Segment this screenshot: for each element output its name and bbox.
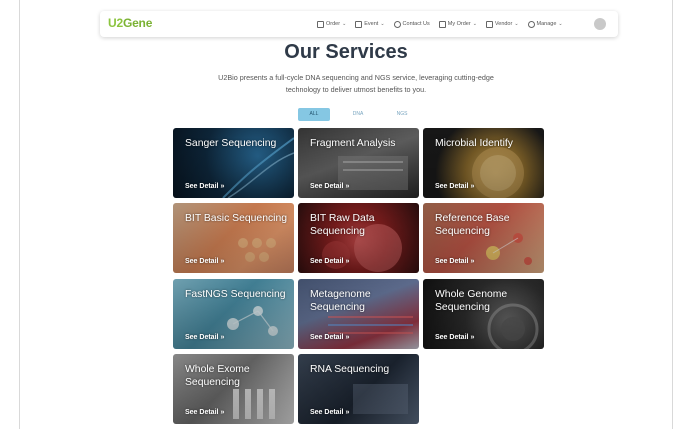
double-chevron-right-icon: »	[345, 409, 350, 416]
page-border-right	[672, 0, 673, 429]
see-detail-label: See Detail	[310, 334, 344, 341]
service-card-whole-exome-sequencing[interactable]: Whole Exome Sequencing See Detail»	[173, 354, 294, 424]
service-card-whole-genome-sequencing[interactable]: Whole Genome Sequencing See Detail»	[423, 279, 544, 349]
calendar-icon	[355, 20, 363, 28]
brand-logo-gene: Gene	[122, 16, 153, 30]
double-chevron-right-icon: »	[470, 183, 475, 190]
see-detail-link[interactable]: See Detail»	[435, 334, 474, 341]
page-intro: U2Bio presents a full-cycle DNA sequenci…	[218, 73, 494, 94]
see-detail-label: See Detail	[185, 258, 219, 265]
see-detail-label: See Detail	[310, 183, 344, 190]
nav-my-order[interactable]: My Order ⌄	[438, 20, 477, 28]
people-icon	[527, 20, 535, 28]
service-card-title: BIT Raw Data Sequencing	[310, 213, 375, 237]
top-navbar: U2Gene Order ⌄ Event ⌄ Contact Us My Ord…	[100, 11, 618, 37]
see-detail-link[interactable]: See Detail»	[185, 334, 224, 341]
nav-order[interactable]: Order ⌄	[317, 20, 347, 28]
filter-tab-dna[interactable]: DNA	[342, 108, 374, 121]
service-card-bit-raw-data-sequencing[interactable]: BIT Raw Data Sequencing See Detail»	[298, 203, 419, 273]
see-detail-link[interactable]: See Detail»	[310, 183, 349, 190]
nav-my-order-label: My Order	[447, 21, 471, 27]
filter-tab-ngs[interactable]: NGS	[386, 108, 418, 121]
brand-logo-u2: U2	[108, 16, 123, 30]
page-title: Our Services	[284, 41, 408, 63]
service-card-title: FastNGS Sequencing	[185, 289, 286, 300]
service-card-title: Reference Base Sequencing	[435, 213, 510, 237]
see-detail-label: See Detail	[435, 258, 469, 265]
double-chevron-right-icon: »	[220, 334, 225, 341]
chevron-down-icon: ⌄	[380, 21, 385, 27]
nav-event-label: Event	[364, 21, 379, 27]
see-detail-label: See Detail	[435, 183, 469, 190]
see-detail-link[interactable]: See Detail»	[435, 183, 474, 190]
see-detail-link[interactable]: See Detail»	[185, 183, 224, 190]
double-chevron-right-icon: »	[345, 183, 350, 190]
see-detail-label: See Detail	[185, 183, 219, 190]
nav-manage[interactable]: Manage ⌄	[527, 20, 563, 28]
see-detail-link[interactable]: See Detail»	[185, 409, 224, 416]
service-card-reference-base-sequencing[interactable]: Reference Base Sequencing See Detail»	[423, 203, 544, 273]
see-detail-link[interactable]: See Detail»	[435, 258, 474, 265]
nav-manage-label: Manage	[536, 21, 557, 27]
see-detail-link[interactable]: See Detail»	[185, 258, 224, 265]
chevron-down-icon: ⌄	[514, 21, 519, 27]
service-card-metagenome-sequencing[interactable]: Metagenome Sequencing See Detail»	[298, 279, 419, 349]
double-chevron-right-icon: »	[220, 258, 225, 265]
service-card-title: RNA Sequencing	[310, 364, 390, 375]
brand-logo[interactable]: U2Gene	[108, 16, 152, 30]
document-icon	[317, 20, 324, 28]
chevron-down-icon: ⌄	[342, 21, 347, 27]
double-chevron-right-icon: »	[470, 334, 475, 341]
see-detail-label: See Detail	[185, 409, 219, 416]
nav-contact-us[interactable]: Contact Us	[393, 20, 430, 28]
service-card-title: Whole Exome Sequencing	[185, 364, 250, 388]
service-card-title: Fragment Analysis	[310, 138, 396, 149]
service-card-title: BIT Basic Sequencing	[185, 213, 288, 224]
see-detail-link[interactable]: See Detail»	[310, 334, 349, 341]
main-nav: Order ⌄ Event ⌄ Contact Us My Order ⌄ Ve…	[317, 11, 572, 37]
filter-tab-all[interactable]: ALL	[298, 108, 330, 121]
see-detail-link[interactable]: See Detail»	[310, 258, 349, 265]
nav-order-label: Order	[326, 21, 341, 27]
nav-vendor-label: Vendor	[494, 21, 513, 27]
double-chevron-right-icon: »	[345, 334, 350, 341]
service-card-rna-sequencing[interactable]: RNA Sequencing See Detail»	[298, 354, 419, 424]
service-card-title: Sanger Sequencing	[185, 138, 277, 149]
see-detail-label: See Detail	[310, 409, 344, 416]
see-detail-label: See Detail	[310, 258, 344, 265]
double-chevron-right-icon: »	[470, 258, 475, 265]
service-filter-tabs: ALL DNA NGS	[298, 108, 430, 121]
service-card-microbial-identify[interactable]: Microbial Identify See Detail»	[423, 128, 544, 198]
bag-icon	[438, 20, 446, 28]
user-avatar[interactable]	[594, 18, 606, 30]
nav-event[interactable]: Event ⌄	[355, 20, 385, 28]
service-card-sanger-sequencing[interactable]: Sanger Sequencing See Detail»	[173, 128, 294, 198]
service-card-title: Whole Genome Sequencing	[435, 289, 508, 313]
double-chevron-right-icon: »	[220, 183, 225, 190]
double-chevron-right-icon: »	[345, 258, 350, 265]
service-card-title: Microbial Identify	[435, 138, 513, 149]
bag-icon	[485, 20, 493, 28]
page-border-left	[19, 0, 20, 429]
chevron-down-icon: ⌄	[472, 21, 477, 27]
see-detail-label: See Detail	[435, 334, 469, 341]
double-chevron-right-icon: »	[220, 409, 225, 416]
service-card-fragment-analysis[interactable]: Fragment Analysis See Detail»	[298, 128, 419, 198]
chevron-down-icon: ⌄	[558, 21, 563, 27]
help-circle-icon	[393, 20, 401, 28]
service-card-fastngs-sequencing[interactable]: FastNGS Sequencing See Detail»	[173, 279, 294, 349]
service-card-title: Metagenome Sequencing	[310, 289, 371, 313]
service-card-bit-basic-sequencing[interactable]: BIT Basic Sequencing See Detail»	[173, 203, 294, 273]
see-detail-link[interactable]: See Detail»	[310, 409, 349, 416]
nav-contact-us-label: Contact Us	[402, 21, 430, 27]
see-detail-label: See Detail	[185, 334, 219, 341]
nav-vendor[interactable]: Vendor ⌄	[485, 20, 519, 28]
